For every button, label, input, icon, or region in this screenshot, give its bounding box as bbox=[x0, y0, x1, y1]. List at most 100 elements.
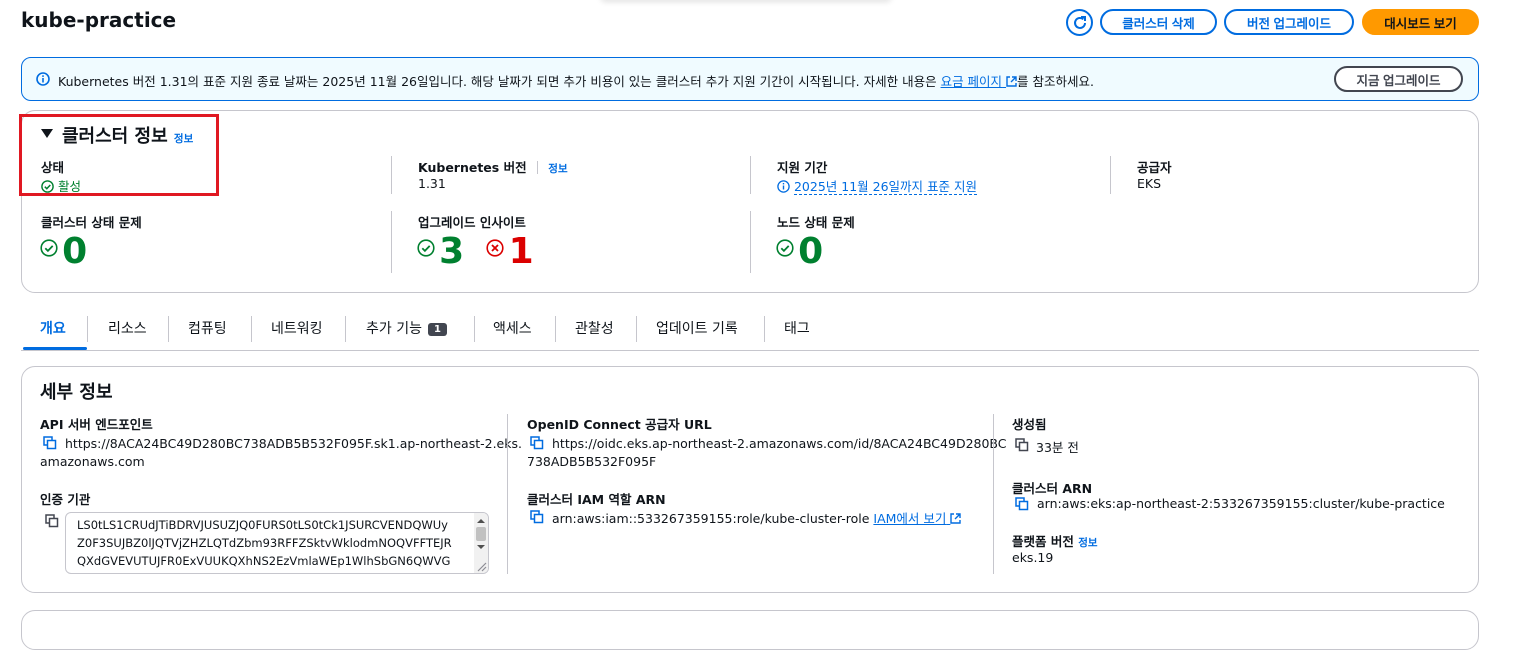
tab-update-history[interactable]: 업데이트 기록 bbox=[656, 318, 738, 338]
upgrade-now-button[interactable]: 지금 업그레이드 bbox=[1334, 66, 1463, 92]
tab-networking[interactable]: 네트워킹 bbox=[271, 318, 323, 338]
support-alert: Kubernetes 버전 1.31의 표준 지원 종료 날짜는 2025년 1… bbox=[21, 57, 1479, 101]
tabs-baseline bbox=[21, 350, 1479, 351]
copy-icon[interactable] bbox=[45, 514, 59, 528]
divider bbox=[391, 211, 392, 273]
k8s-version-label: Kubernetes 버전 정보 bbox=[418, 157, 568, 176]
scroll-up-icon[interactable] bbox=[474, 515, 488, 527]
alert-text-after: 를 참조하세요. bbox=[1017, 74, 1094, 89]
page-title: kube-practice bbox=[21, 8, 177, 32]
cluster-health-label: 클러스터 상태 문제 bbox=[41, 215, 142, 230]
active-tab-indicator bbox=[23, 347, 87, 350]
node-health-count: 0 bbox=[798, 231, 824, 272]
tab-separator bbox=[251, 316, 252, 342]
resize-handle-icon[interactable] bbox=[475, 560, 487, 572]
label-separator bbox=[536, 161, 538, 174]
platform-version-label: 플랫폼 버전 정보 bbox=[1012, 531, 1098, 550]
pricing-page-link[interactable]: 요금 페이지 bbox=[941, 74, 1017, 89]
divider bbox=[507, 414, 508, 574]
upgrade-insights-value[interactable]: 3 1 bbox=[417, 234, 534, 270]
support-period-label: 지원 기간 bbox=[777, 160, 828, 175]
divider bbox=[993, 414, 994, 574]
copy-icon[interactable] bbox=[43, 436, 57, 450]
divider bbox=[750, 156, 751, 194]
addons-count-badge: 1 bbox=[427, 323, 447, 336]
divider bbox=[1110, 156, 1111, 194]
tab-overview[interactable]: 개요 bbox=[40, 318, 66, 338]
status-text: 활성 bbox=[57, 179, 81, 194]
view-in-iam-link[interactable]: IAM에서 보기 bbox=[873, 511, 962, 526]
ca-line: Z0F3SUJBZ0lJQTVjZHZLQTdZbm93RFFZSktvWklo… bbox=[77, 536, 452, 550]
cluster-info-title: 클러스터 정보 정보 bbox=[62, 122, 193, 148]
node-health-label: 노드 상태 문제 bbox=[777, 215, 855, 230]
api-endpoint-line2: amazonaws.com bbox=[40, 454, 145, 469]
upgrade-version-button[interactable]: 버전 업그레이드 bbox=[1224, 9, 1354, 35]
collapse-caret-icon[interactable] bbox=[41, 129, 53, 138]
provider-value: EKS bbox=[1137, 176, 1162, 191]
divider bbox=[750, 211, 751, 273]
k8s-version-value: 1.31 bbox=[418, 176, 446, 191]
tab-separator bbox=[474, 316, 475, 342]
upgrade-insights-label: 업그레이드 인사이트 bbox=[418, 215, 526, 230]
ca-line: QXdGVEVUTUJFR0ExVUUKQXhNS2EzVmlaWEp1WlhS… bbox=[77, 554, 451, 568]
tab-compute[interactable]: 컴퓨팅 bbox=[188, 318, 227, 338]
tab-addons[interactable]: 추가 기능 1 bbox=[366, 318, 447, 338]
tab-tags[interactable]: 태그 bbox=[784, 318, 810, 338]
details-title: 세부 정보 bbox=[40, 382, 113, 403]
alert-text-before: Kubernetes 버전 1.31의 표준 지원 종료 날짜는 2025년 1… bbox=[58, 74, 941, 89]
created-value: 33분 전 bbox=[1036, 440, 1079, 455]
platform-info-link[interactable]: 정보 bbox=[1078, 537, 1097, 549]
view-dashboard-button[interactable]: 대시보드 보기 bbox=[1362, 9, 1479, 35]
scroll-thumb[interactable] bbox=[476, 527, 486, 541]
tab-separator bbox=[555, 316, 556, 342]
external-link-icon bbox=[1006, 76, 1017, 87]
status-value: 활성 bbox=[41, 176, 81, 195]
success-check-icon bbox=[41, 180, 54, 193]
copy-icon[interactable] bbox=[1015, 497, 1029, 511]
api-endpoint-label: API 서버 엔드포인트 bbox=[40, 417, 153, 432]
divider bbox=[391, 156, 392, 194]
oidc-url-line2: 738ADB5B532F095F bbox=[527, 454, 657, 469]
tab-separator bbox=[636, 316, 637, 342]
external-link-icon bbox=[950, 513, 962, 524]
tab-separator bbox=[87, 316, 88, 342]
success-check-icon bbox=[776, 239, 794, 257]
refresh-button[interactable] bbox=[1066, 9, 1093, 36]
node-health-value: 0 bbox=[776, 234, 823, 270]
status-label: 상태 bbox=[41, 160, 65, 175]
tab-access[interactable]: 액세스 bbox=[493, 318, 532, 338]
provider-label: 공급자 bbox=[1137, 160, 1172, 175]
cluster-info-heading: 클러스터 정보 bbox=[62, 126, 168, 147]
k8s-info-link[interactable]: 정보 bbox=[548, 163, 567, 175]
scroll-down-icon[interactable] bbox=[474, 541, 488, 553]
k8s-version-label-text: Kubernetes 버전 bbox=[418, 160, 527, 175]
ca-label: 인증 기관 bbox=[40, 492, 91, 507]
copy-icon[interactable] bbox=[530, 436, 544, 450]
support-period-text: 2025년 11월 26일까지 표준 지원 bbox=[793, 179, 978, 195]
created-label: 생성됨 bbox=[1012, 417, 1047, 432]
copy-icon[interactable] bbox=[530, 510, 544, 524]
cluster-health-count: 0 bbox=[62, 231, 88, 272]
next-panel bbox=[21, 610, 1479, 650]
insights-fail-count: 1 bbox=[508, 231, 534, 272]
platform-version-value: eks.19 bbox=[1012, 550, 1054, 565]
ca-textarea[interactable]: LS0tLS1CRUdJTiBDRVJUSUZJQ0FURS0tLS0tCk1J… bbox=[65, 512, 489, 574]
textarea-scrollbar[interactable] bbox=[474, 513, 488, 573]
oidc-url-line1: https://oidc.eks.ap-northeast-2.amazonaw… bbox=[552, 436, 1007, 451]
cluster-health-value: 0 bbox=[40, 234, 87, 270]
tab-observability[interactable]: 관찰성 bbox=[575, 318, 614, 338]
cluster-info-link[interactable]: 정보 bbox=[174, 133, 193, 145]
copy-icon[interactable] bbox=[1015, 438, 1029, 452]
tab-separator bbox=[345, 316, 346, 342]
delete-cluster-button[interactable]: 클러스터 삭제 bbox=[1100, 9, 1217, 35]
error-x-icon bbox=[486, 239, 505, 257]
oidc-label: OpenID Connect 공급자 URL bbox=[527, 417, 712, 432]
support-period-value[interactable]: 2025년 11월 26일까지 표준 지원 bbox=[777, 176, 978, 195]
alert-message: Kubernetes 버전 1.31의 표준 지원 종료 날짜는 2025년 1… bbox=[58, 71, 1094, 90]
tab-separator bbox=[168, 316, 169, 342]
pricing-link-label: 요금 페이지 bbox=[940, 74, 1003, 89]
success-check-icon bbox=[417, 239, 435, 257]
view-in-iam-label: IAM에서 보기 bbox=[873, 511, 947, 526]
tab-resources[interactable]: 리소스 bbox=[108, 318, 147, 338]
tab-separator bbox=[764, 316, 765, 342]
